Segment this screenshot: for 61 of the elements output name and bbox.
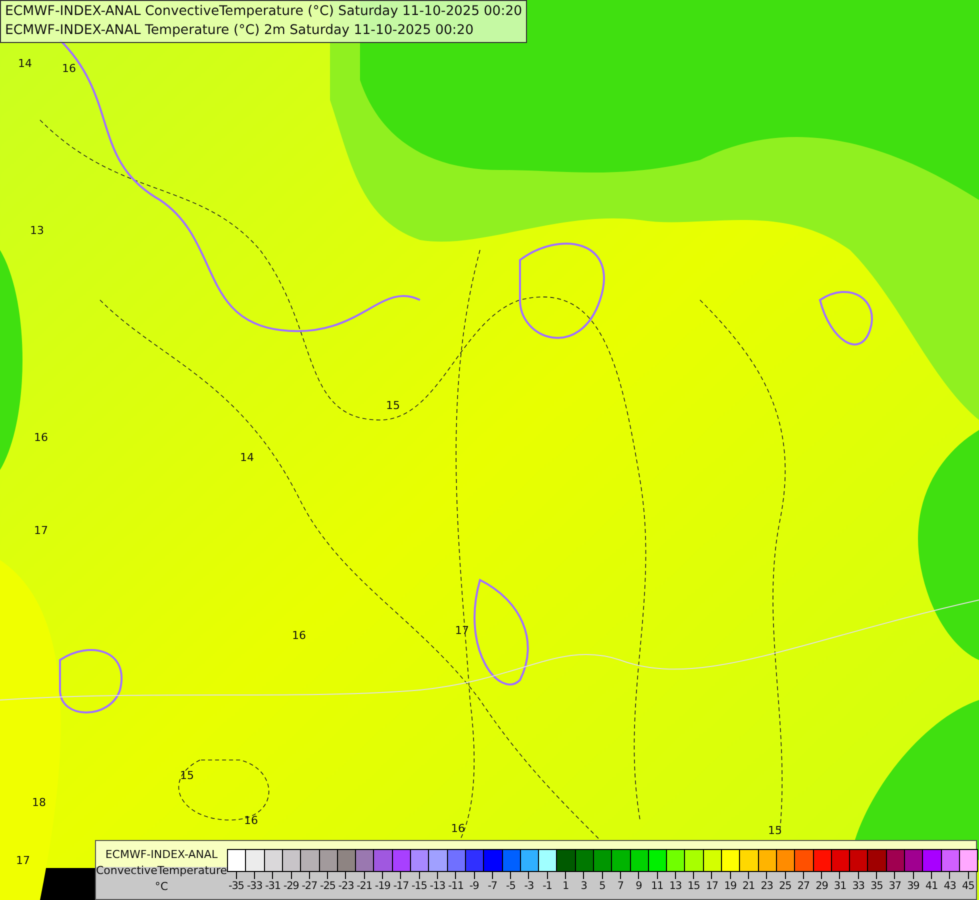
scale-label: 45 — [962, 879, 974, 893]
scale-label: 29 — [816, 879, 828, 893]
scale-label: 21 — [742, 879, 755, 893]
scale-label: 19 — [724, 879, 736, 893]
scale-label: 23 — [760, 879, 773, 893]
scale-label: -3 — [524, 879, 534, 893]
contour-label: 16 — [34, 432, 48, 443]
contour-label: 14 — [240, 452, 254, 463]
scale-label: -33 — [246, 879, 262, 893]
scale-label: -23 — [338, 879, 354, 893]
scale-label: 17 — [706, 879, 718, 893]
scale-label: 43 — [944, 879, 956, 893]
scale-label: -11 — [448, 879, 464, 893]
contour-label: 16 — [451, 823, 465, 834]
scale-label: -1 — [542, 879, 552, 893]
contour-label: 15 — [386, 400, 400, 411]
scale-label: -9 — [469, 879, 479, 893]
contour-label: 17 — [34, 525, 48, 536]
scale-label: 37 — [888, 879, 901, 893]
scale-label: 31 — [834, 879, 846, 893]
scale-label: 41 — [925, 879, 938, 893]
scale-label: -35 — [228, 879, 244, 893]
scale-label: 7 — [617, 879, 624, 893]
contour-label: 13 — [30, 225, 44, 236]
scale-label: 9 — [636, 879, 642, 893]
scale-label: 35 — [870, 879, 883, 893]
scale-label: -31 — [265, 879, 280, 893]
contour-label: 17 — [16, 855, 30, 866]
scale-label: -19 — [374, 879, 390, 893]
scale-label: -17 — [393, 879, 409, 893]
scale-label: 5 — [599, 879, 606, 893]
legend-unit: °C — [154, 879, 168, 895]
scale-label: -25 — [320, 879, 336, 893]
contour-label: 16 — [244, 815, 258, 826]
contour-label: 16 — [292, 630, 306, 641]
scale-label: 39 — [907, 879, 920, 893]
scale-label: -29 — [283, 879, 299, 893]
legend-model: ECMWF-INDEX-ANAL — [105, 847, 218, 863]
map-title: ECMWF-INDEX-ANAL Temperature (°C) 2m Saturday 11-10-2025 00:20 — [5, 22, 475, 40]
contour-label: 15 — [768, 825, 782, 836]
contour-label: 15 — [180, 770, 194, 781]
legend-parameter: ConvectiveTemperature — [96, 863, 228, 879]
contour-label: 16 — [62, 63, 76, 74]
contour-label: 17 — [455, 625, 469, 636]
scale-label: -21 — [356, 879, 372, 893]
scale-label: 25 — [779, 879, 792, 893]
scale-label: -27 — [302, 879, 318, 893]
contour-label: 14 — [18, 58, 32, 69]
scale-label: 3 — [580, 879, 587, 893]
scale-label: 15 — [688, 879, 700, 893]
scale-label: -5 — [506, 879, 516, 893]
scale-label: -7 — [488, 879, 497, 893]
scale-label: 27 — [797, 879, 810, 893]
scale-label: -13 — [430, 879, 446, 893]
scale-label: -15 — [411, 879, 427, 893]
map-title: ECMWF-INDEX-ANAL ConvectiveTemperature (°C) Saturday 11-10-2025 00:20 — [5, 3, 522, 21]
contour-label: 18 — [32, 797, 46, 808]
scale-label: 1 — [562, 879, 569, 893]
scale-label: 13 — [669, 879, 682, 893]
scale-label: 11 — [650, 879, 664, 893]
scale-label: 33 — [852, 879, 864, 893]
